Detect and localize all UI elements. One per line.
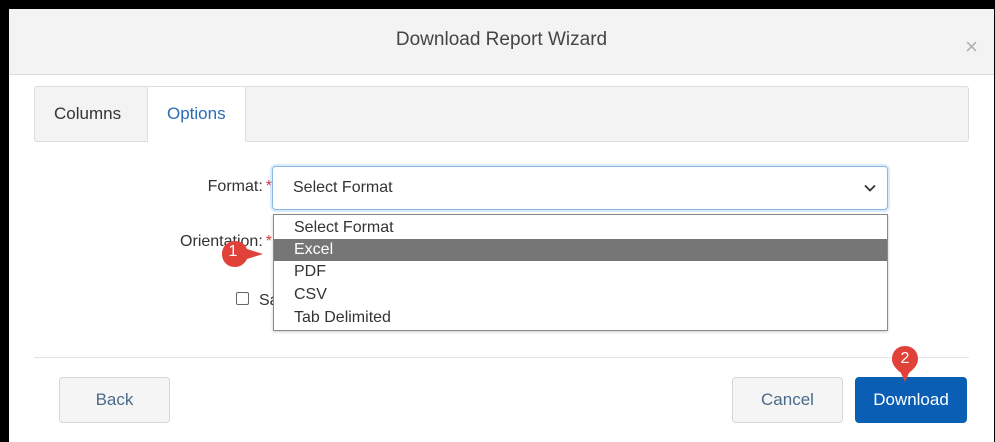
close-icon[interactable]: ×: [965, 36, 978, 58]
option-csv[interactable]: CSV: [274, 284, 887, 306]
option-select-format[interactable]: Select Format: [274, 217, 887, 239]
annotation-marker-1: 1: [219, 237, 263, 277]
format-select[interactable]: Select Format: [272, 166, 888, 210]
option-excel[interactable]: Excel: [274, 239, 887, 261]
option-pdf[interactable]: PDF: [274, 261, 887, 283]
format-dropdown-list: Select Format Excel PDF CSV Tab Delimite…: [273, 214, 888, 331]
format-label: Format: *: [159, 178, 272, 196]
marker-2-number: 2: [900, 350, 910, 367]
download-report-dialog: Download Report Wizard × Columns Options…: [9, 9, 994, 442]
chevron-down-icon: [864, 184, 876, 192]
marker-1-number: 1: [228, 243, 238, 260]
cancel-button[interactable]: Cancel: [732, 377, 843, 423]
screenshot-frame: Download Report Wizard × Columns Options…: [0, 0, 995, 442]
tab-options[interactable]: Options: [147, 87, 246, 142]
annotation-marker-2: 2: [889, 344, 921, 384]
back-button[interactable]: Back: [59, 377, 170, 423]
option-tab-delimited[interactable]: Tab Delimited: [274, 307, 887, 329]
format-select-value: Select Format: [293, 179, 393, 196]
dialog-header: Download Report Wizard ×: [9, 9, 994, 75]
format-label-text: Format:: [207, 178, 263, 195]
dialog-title: Download Report Wizard: [395, 29, 608, 50]
tab-bar: Columns Options: [34, 86, 969, 142]
save-checkbox[interactable]: [236, 292, 249, 305]
tab-columns[interactable]: Columns: [35, 87, 140, 141]
footer-divider: [34, 357, 969, 358]
